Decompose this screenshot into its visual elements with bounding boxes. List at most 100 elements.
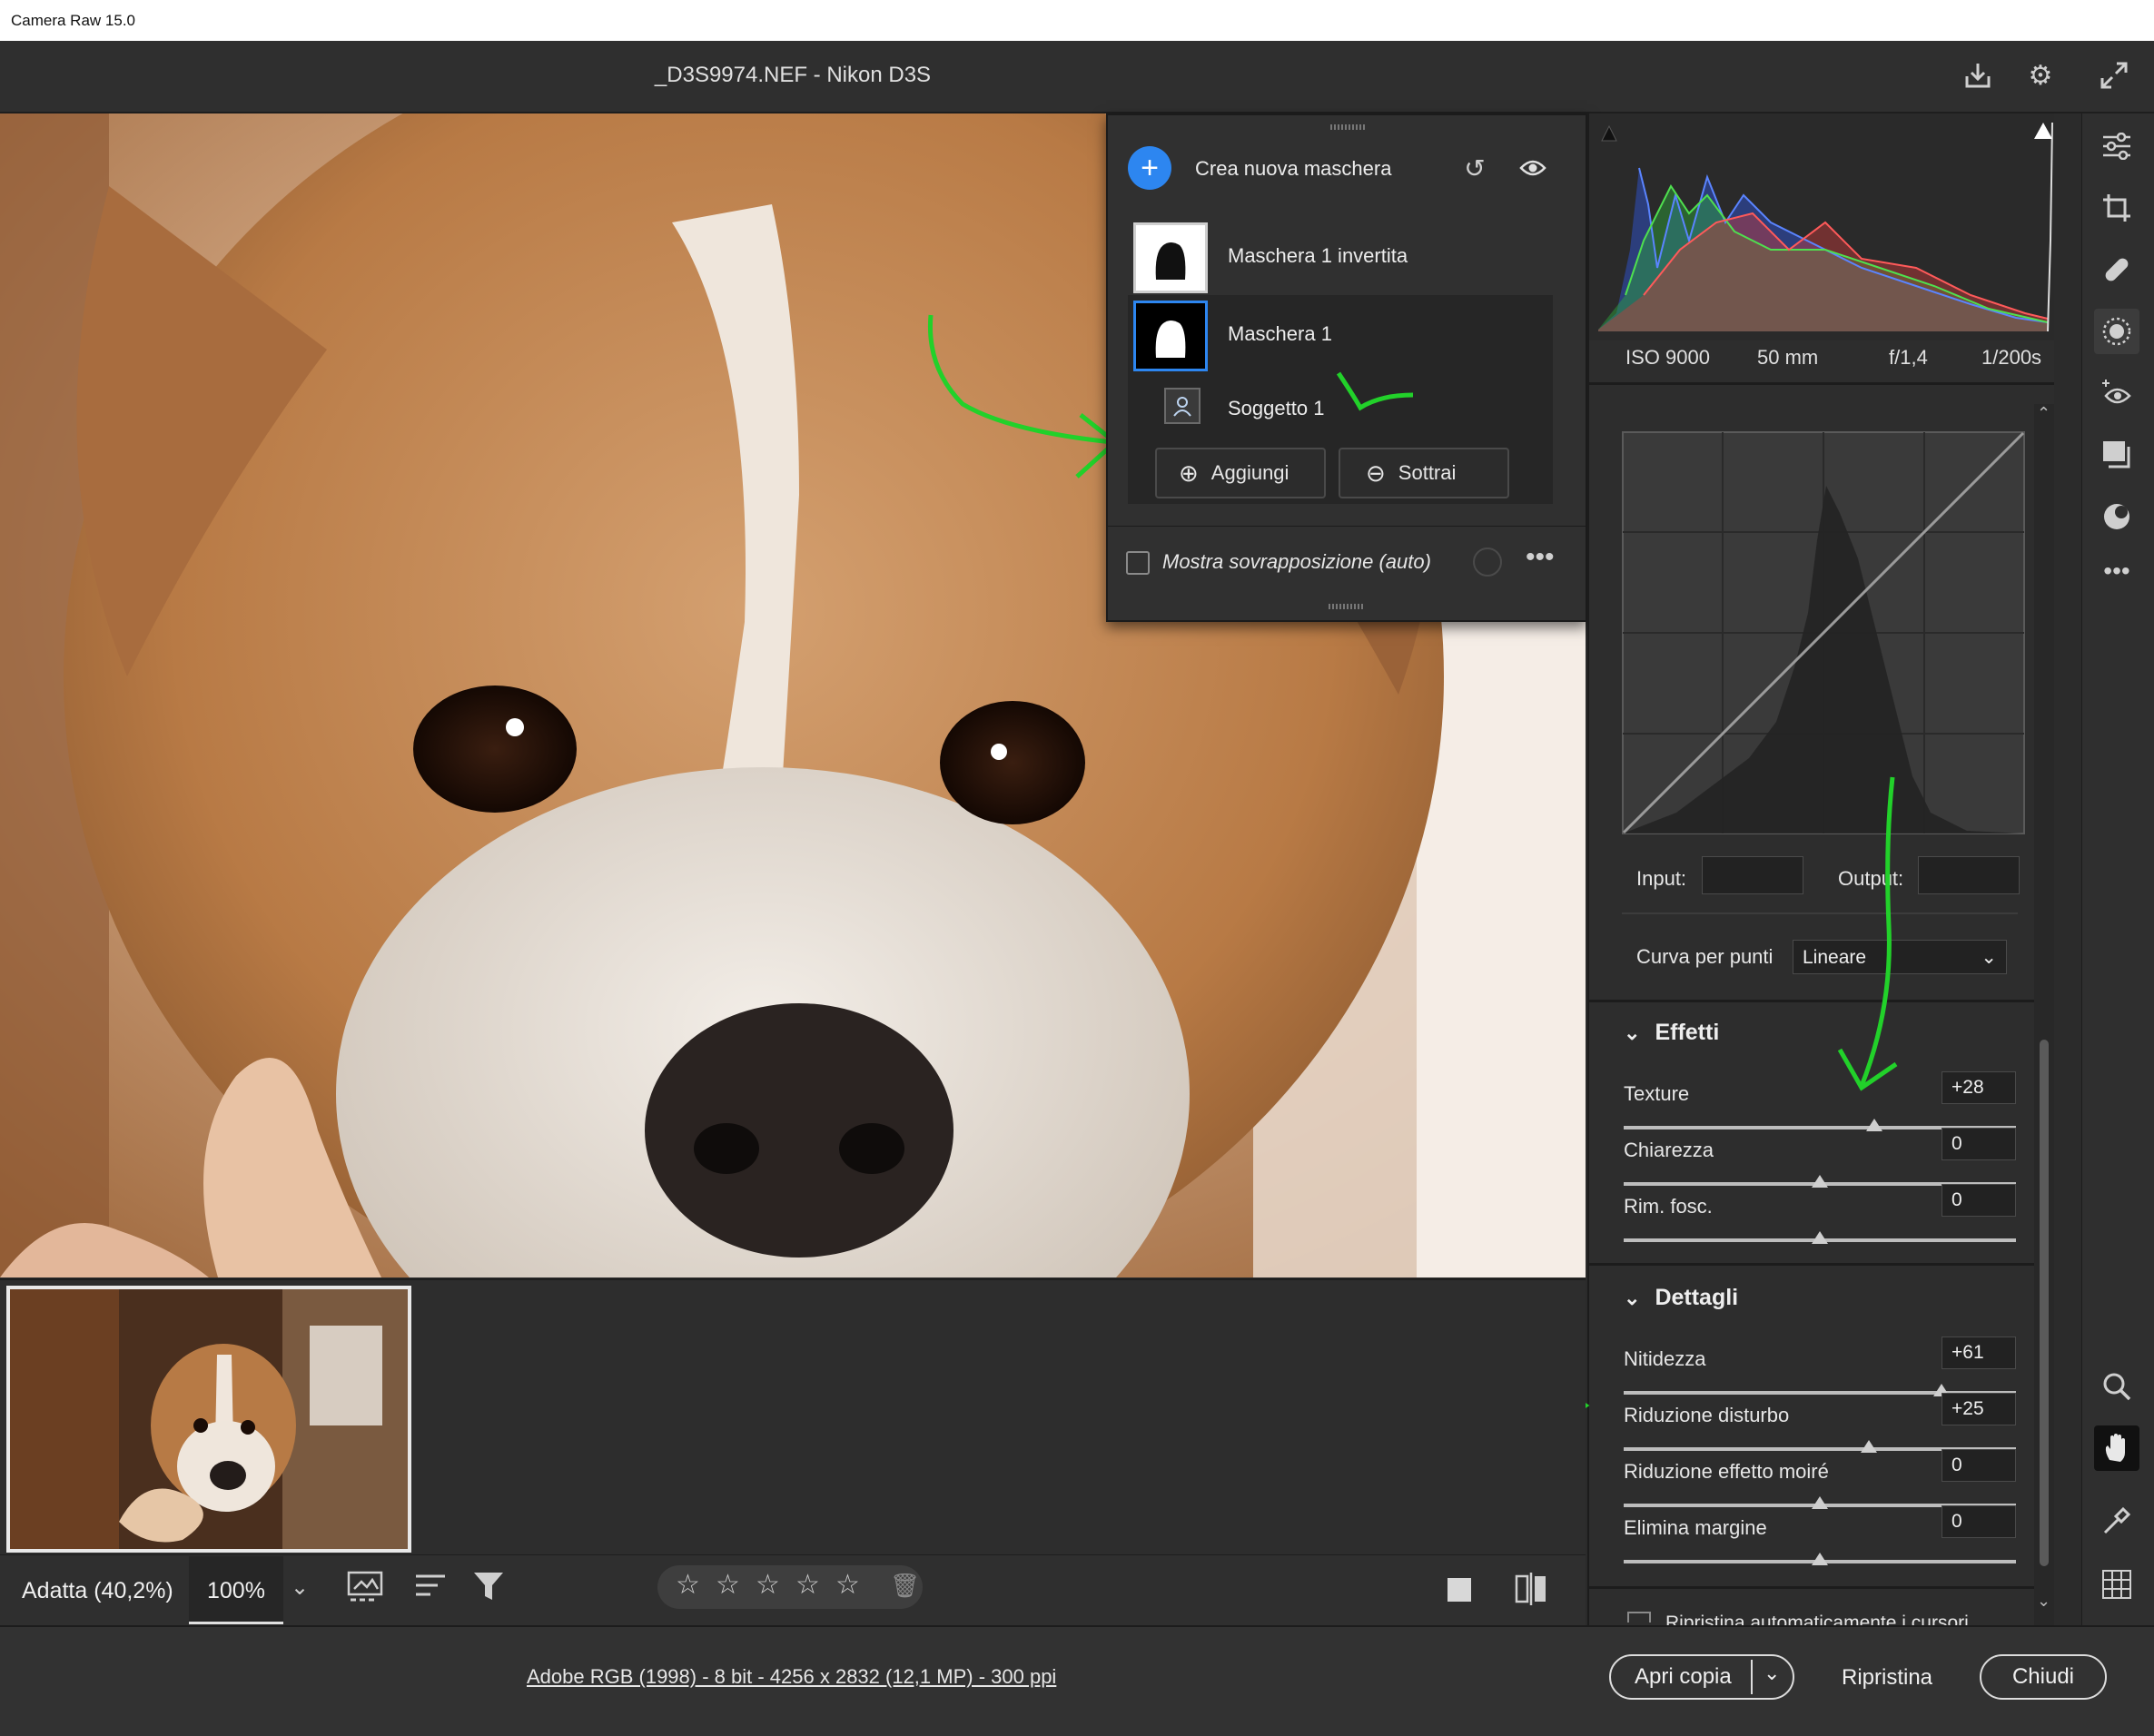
hand-icon[interactable] (2094, 1425, 2139, 1471)
slider-handle[interactable] (1812, 1553, 1828, 1565)
slider-value-field[interactable]: 0 (1942, 1449, 2016, 1482)
open-copy-label: Apri copia (1635, 1664, 1732, 1689)
slider-label: Nitidezza (1624, 1347, 1706, 1370)
slider-value: +25 (1951, 1398, 1984, 1419)
scroll-down-icon[interactable]: ⌄ (2037, 1592, 2050, 1611)
slider-value: 0 (1951, 1455, 1962, 1475)
top-bar: _D3S9974.NEF - Nikon D3S ⚙ (0, 41, 2154, 113)
image-info-link[interactable]: Adobe RGB (1998) - 8 bit - 4256 x 2832 (… (527, 1665, 1056, 1689)
panel-grip[interactable] (1329, 604, 1365, 609)
divider (1589, 382, 2054, 385)
slider-handle[interactable] (1866, 1119, 1883, 1131)
slider-value: 0 (1951, 1189, 1962, 1210)
divider (1751, 1660, 1753, 1694)
slider-handle[interactable] (1812, 1231, 1828, 1244)
zoom-fit-button[interactable]: Adatta (40,2%) (22, 1578, 173, 1604)
subtract-button[interactable]: ⊖ Sottrai (1339, 448, 1509, 498)
presets-icon[interactable] (2094, 494, 2139, 539)
scroll-up-icon[interactable]: ⌃ (2037, 404, 2050, 423)
single-view-icon[interactable] (1448, 1578, 1471, 1602)
mask-name: Maschera 1 (1228, 322, 1332, 345)
input-field[interactable] (1702, 856, 1803, 894)
grid-icon[interactable] (2094, 1562, 2139, 1607)
edit-sliders-icon[interactable] (2094, 123, 2139, 169)
masking-icon[interactable] (2094, 309, 2139, 354)
component-name[interactable]: Soggetto 1 (1228, 397, 1324, 420)
zoom-icon[interactable] (2094, 1364, 2139, 1409)
effects-slider-row: Rim. fosc. 0 (1624, 1184, 2016, 1249)
zoom-level-field[interactable]: 100% (189, 1556, 283, 1624)
zoom-dropdown-icon[interactable]: ⌄ (291, 1574, 309, 1601)
rating-star-1[interactable]: ☆ (676, 1569, 700, 1601)
mask-thumbnail (1133, 301, 1208, 371)
slider-value-field[interactable]: +28 (1942, 1071, 2016, 1104)
iso-value: ISO 9000 (1625, 346, 1710, 369)
mask-name: Maschera 1 invertita (1228, 244, 1408, 267)
crop-icon[interactable] (2094, 185, 2139, 231)
fullscreen-icon[interactable] (2096, 57, 2132, 94)
open-copy-button[interactable]: Apri copia ⌄ (1609, 1654, 1794, 1700)
slider-value-field[interactable]: +25 (1942, 1393, 2016, 1425)
create-mask-button[interactable]: + (1128, 146, 1171, 190)
annotation-check (1336, 371, 1414, 411)
mask-thumbnail (1133, 222, 1208, 293)
trash-icon[interactable]: 🗑 (890, 1572, 920, 1600)
overlay-checkbox[interactable] (1126, 551, 1150, 575)
output-field[interactable] (1918, 856, 2020, 894)
slider-handle[interactable] (1861, 1440, 1877, 1453)
slider-label: Chiarezza (1624, 1139, 1714, 1161)
aperture: f/1,4 (1889, 346, 1928, 369)
rating-star-5[interactable]: ☆ (835, 1569, 860, 1601)
sort-icon[interactable] (414, 1573, 450, 1606)
undo-icon[interactable]: ↺ (1457, 150, 1493, 186)
gear-icon[interactable]: ⚙ (2022, 57, 2059, 94)
chevron-down-icon[interactable]: ⌄ (1764, 1662, 1780, 1685)
mask-item-inverted[interactable]: Maschera 1 invertita (1128, 217, 1553, 297)
divider (1108, 526, 1586, 527)
slider-label: Texture (1624, 1082, 1690, 1105)
filter-icon[interactable] (472, 1571, 509, 1608)
reset-button[interactable]: Ripristina (1842, 1665, 1932, 1691)
overlay-color-swatch[interactable] (1473, 547, 1502, 577)
color-sampler-icon[interactable] (2094, 1498, 2139, 1544)
shutter-speed: 1/200s (1981, 346, 2042, 369)
more-icon[interactable]: ••• (1526, 542, 1555, 573)
eye-icon[interactable] (1515, 150, 1551, 186)
scrollbar-thumb[interactable] (2040, 1040, 2049, 1566)
slider-value-field[interactable]: 0 (1942, 1128, 2016, 1160)
more-tools-icon[interactable]: ••• (2094, 548, 2139, 594)
slider-handle[interactable] (1812, 1175, 1828, 1188)
add-button[interactable]: ⊕ Aggiungi (1155, 448, 1326, 498)
slider-value-field[interactable]: 0 (1942, 1184, 2016, 1217)
partial-checkbox[interactable] (1627, 1612, 1651, 1623)
chevron-down-icon: ⌄ (1624, 1287, 1641, 1309)
rating-star-4[interactable]: ☆ (795, 1569, 820, 1601)
focal-length: 50 mm (1757, 346, 1819, 369)
filmstrip-thumbnail[interactable] (6, 1286, 411, 1553)
filmstrip-view-icon[interactable] (347, 1571, 389, 1608)
slider-value: 0 (1951, 1133, 1962, 1154)
add-label: Aggiungi (1210, 461, 1289, 484)
slider-value-field[interactable]: 0 (1942, 1505, 2016, 1538)
scrollbar[interactable] (2034, 404, 2054, 1625)
divider (1589, 1263, 2034, 1266)
slider-value-field[interactable]: +61 (1942, 1337, 2016, 1369)
red-eye-icon[interactable] (2094, 370, 2139, 416)
slider-handle[interactable] (1812, 1496, 1828, 1509)
before-after-icon[interactable] (1515, 1573, 1547, 1610)
details-header[interactable]: ⌄ Dettagli (1624, 1285, 1738, 1311)
download-icon[interactable] (1960, 57, 1996, 94)
close-button[interactable]: Chiudi (1980, 1654, 2107, 1700)
effects-header[interactable]: ⌄ Effetti (1624, 1020, 1719, 1046)
chevron-down-icon: ⌄ (1981, 947, 1997, 968)
point-curve-label: Curva per punti (1636, 945, 1774, 968)
zoom-level-value: 100% (207, 1578, 265, 1603)
add-icon: ⊕ (1179, 459, 1199, 487)
rating-star-2[interactable]: ☆ (716, 1569, 740, 1601)
details-slider-row: Elimina margine 0 (1624, 1505, 2016, 1571)
rating-star-3[interactable]: ☆ (756, 1569, 780, 1601)
panel-grip[interactable] (1330, 124, 1367, 130)
window-titlebar: Camera Raw 15.0 (0, 0, 2154, 42)
snapshots-icon[interactable] (2094, 432, 2139, 478)
healing-icon[interactable] (2094, 247, 2139, 292)
